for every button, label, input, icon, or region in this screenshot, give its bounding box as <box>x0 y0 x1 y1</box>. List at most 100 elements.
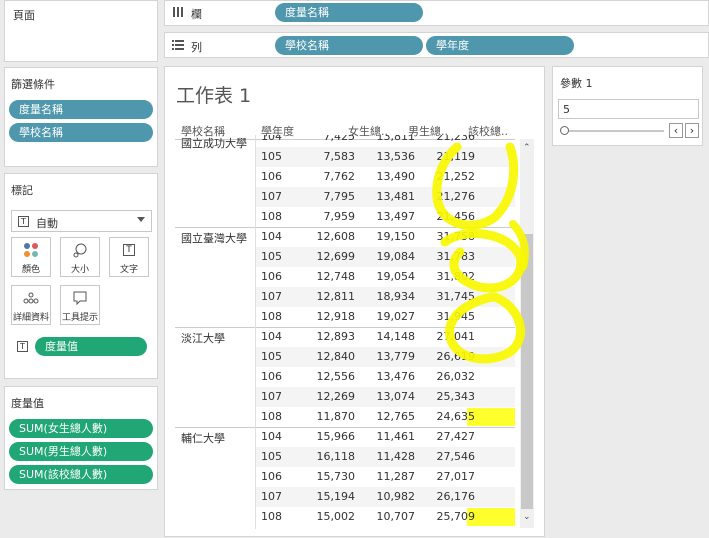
table-row[interactable]: 107 12,811 18,934 31,745 <box>255 287 515 307</box>
male-cell: 10,707 <box>376 510 416 523</box>
female-cell: 7,959 <box>323 210 356 223</box>
total-cell: 27,427 <box>436 430 476 443</box>
table-row[interactable]: 108 7,959 13,497 21,456 <box>255 207 515 227</box>
color-button[interactable]: 顏色 <box>11 237 51 277</box>
year-cell: 108 <box>261 410 282 423</box>
parameter-prev-button[interactable]: ‹ <box>669 123 683 138</box>
male-cell: 11,428 <box>376 450 416 463</box>
mark-type-dropdown[interactable]: T 自動 <box>11 210 152 232</box>
female-cell: 12,269 <box>316 390 356 403</box>
male-cell: 11,461 <box>376 430 416 443</box>
table-row[interactable]: 107 15,194 10,982 26,176 <box>255 487 515 507</box>
year-cell: 106 <box>261 170 282 183</box>
year-cell: 104 <box>261 135 282 143</box>
filter-pill-measure-names[interactable]: 度量名稱 <box>9 100 153 119</box>
table-row[interactable]: 107 7,795 13,481 21,276 <box>255 187 515 207</box>
year-cell: 108 <box>261 510 282 523</box>
color-label: 顏色 <box>21 265 40 275</box>
scroll-up-icon[interactable]: ⌃ <box>523 143 531 153</box>
total-cell: 27,041 <box>436 330 476 343</box>
year-cell: 107 <box>261 290 282 303</box>
worksheet-title: 工作表 1 <box>176 85 252 107</box>
table-row[interactable]: 105 12,699 19,084 31,783 <box>255 247 515 267</box>
table-row[interactable]: 105 12,840 13,779 26,619 <box>255 347 515 367</box>
table-row[interactable]: 108 12,918 19,027 31,945 <box>255 307 515 327</box>
table-row[interactable]: 104 12,608 19,150 31,758 <box>255 227 515 247</box>
table-row[interactable]: 106 7,762 13,490 21,252 <box>255 167 515 187</box>
scrollbar-thumb[interactable] <box>521 234 533 509</box>
school-name-cell[interactable]: 輔仁大學 <box>181 430 225 446</box>
total-cell: 21,456 <box>436 210 476 223</box>
female-cell: 12,811 <box>316 290 356 303</box>
table-row[interactable]: 108 15,002 10,707 25,709 <box>255 507 515 527</box>
school-name-cell[interactable]: 國立臺灣大學 <box>181 230 247 246</box>
pages-shelf[interactable]: 頁面 <box>4 0 158 62</box>
filters-title: 篩選條件 <box>11 78 55 91</box>
rows-pill-academic-year[interactable]: 學年度 <box>426 36 574 55</box>
pages-label: 頁面 <box>13 9 35 22</box>
filter-pill-school-name[interactable]: 學校名稱 <box>9 123 153 142</box>
table-row[interactable]: 108 11,870 12,765 24,635 <box>255 407 515 427</box>
male-cell: 13,811 <box>376 135 416 143</box>
table-row[interactable]: 104 7,425 13,811 21,236 <box>255 135 515 147</box>
male-cell: 18,934 <box>376 290 416 303</box>
measure-pill-total[interactable]: SUM(該校總人數) <box>9 465 153 484</box>
table-row[interactable]: 105 7,583 13,536 21,119 <box>255 147 515 167</box>
table-row[interactable]: 106 12,748 19,054 31,802 <box>255 267 515 287</box>
worksheet-view: 工作表 1 學校名稱 學年度 女生總.. 男生總.. 該校總.. 國立成功大學 1… <box>164 66 545 537</box>
table-row[interactable]: 105 16,118 11,428 27,546 <box>255 447 515 467</box>
columns-shelf[interactable]: 欄 度量名稱 <box>164 0 709 26</box>
total-cell: 21,119 <box>436 150 476 163</box>
table-row[interactable]: 104 12,893 14,148 27,041 <box>255 327 515 347</box>
tooltip-button[interactable]: 工具提示 <box>60 285 100 325</box>
male-cell: 11,287 <box>376 470 416 483</box>
measure-values-card: 度量值 SUM(女生總人數) SUM(男生總人數) SUM(該校總人數) <box>4 386 158 490</box>
male-cell: 13,536 <box>376 150 416 163</box>
total-cell: 24,635 <box>436 410 476 423</box>
male-cell: 14,148 <box>376 330 416 343</box>
size-button[interactable]: 大小 <box>60 237 100 277</box>
year-cell: 106 <box>261 470 282 483</box>
table-row[interactable]: 106 15,730 11,287 27,017 <box>255 467 515 487</box>
detail-button[interactable]: 詳細資料 <box>11 285 51 325</box>
size-label: 大小 <box>70 265 89 275</box>
male-cell: 10,982 <box>376 490 416 503</box>
table-row[interactable]: 107 12,269 13,074 25,343 <box>255 387 515 407</box>
columns-pill-measure-names[interactable]: 度量名稱 <box>275 3 423 22</box>
parameter-input[interactable]: 5 <box>558 99 699 119</box>
total-cell: 21,276 <box>436 190 476 203</box>
year-cell: 108 <box>261 210 282 223</box>
year-cell: 108 <box>261 310 282 323</box>
vertical-scrollbar[interactable]: ⌃ ⌄ <box>520 139 534 528</box>
female-cell: 7,425 <box>323 135 356 143</box>
total-cell: 31,758 <box>436 230 476 243</box>
total-cell: 26,176 <box>436 490 476 503</box>
rows-icon <box>172 39 184 51</box>
total-cell: 31,945 <box>436 310 476 323</box>
year-cell: 105 <box>261 150 282 163</box>
measure-value-text-icon: T <box>17 341 28 352</box>
chevron-down-icon <box>137 217 145 222</box>
male-cell: 13,074 <box>376 390 416 403</box>
columns-label: 欄 <box>191 8 202 21</box>
total-cell: 25,343 <box>436 390 476 403</box>
female-cell: 12,556 <box>316 370 356 383</box>
school-name-cell[interactable]: 國立成功大學 <box>181 135 247 151</box>
year-cell: 106 <box>261 370 282 383</box>
measure-pill-male[interactable]: SUM(男生總人數) <box>9 442 153 461</box>
parameter-next-button[interactable]: › <box>685 123 699 138</box>
parameter-slider-handle[interactable] <box>560 126 569 135</box>
table-row[interactable]: 104 15,966 11,461 27,427 <box>255 427 515 447</box>
table-row[interactable]: 106 12,556 13,476 26,032 <box>255 367 515 387</box>
rows-shelf[interactable]: 列 學校名稱 學年度 <box>164 32 709 58</box>
school-name-cell[interactable]: 淡江大學 <box>181 330 225 346</box>
female-cell: 12,840 <box>316 350 356 363</box>
text-button[interactable]: T 文字 <box>109 237 149 277</box>
rows-pill-school-name[interactable]: 學校名稱 <box>275 36 423 55</box>
marks-pill-measure-values[interactable]: 度量值 <box>35 337 147 356</box>
scroll-down-icon[interactable]: ⌄ <box>523 512 531 522</box>
parameter-slider-track[interactable] <box>562 130 664 132</box>
measure-pill-female[interactable]: SUM(女生總人數) <box>9 419 153 438</box>
text-label: 文字 <box>119 265 138 275</box>
year-cell: 104 <box>261 230 282 243</box>
